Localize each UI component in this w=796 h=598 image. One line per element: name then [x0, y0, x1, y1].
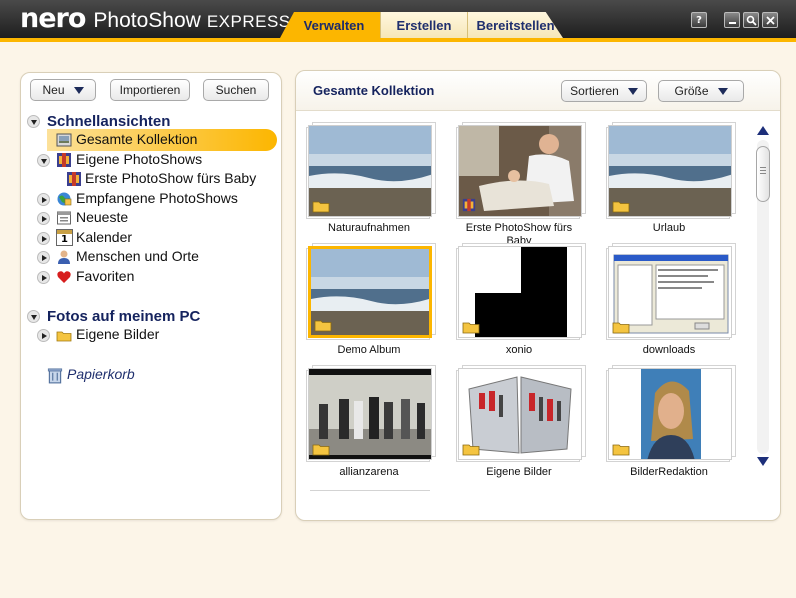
close-button[interactable] — [762, 12, 778, 28]
photoshow-icon — [67, 172, 81, 186]
folder-icon — [312, 201, 330, 213]
help-button[interactable]: ? — [691, 12, 707, 28]
folder-icon — [312, 444, 330, 456]
main-tabs: Verwalten Erstellen Bereitstellen — [280, 12, 563, 38]
album-downloads[interactable] — [606, 243, 736, 340]
dropdown-caret-icon — [627, 87, 638, 95]
search-window-button[interactable] — [743, 12, 759, 28]
logo-edition: EXPRESS — [206, 12, 291, 31]
recent-icon — [57, 211, 71, 225]
heart-icon — [57, 271, 71, 283]
scroll-down-icon[interactable] — [757, 457, 769, 466]
quick-views-heading: Schnellansichten — [47, 113, 171, 130]
caption-allianzarena: allianzarena — [339, 466, 399, 478]
tab-erstellen[interactable]: Erstellen — [380, 12, 467, 38]
magnifier-icon — [746, 15, 757, 26]
tree-item-favoriten[interactable]: Favoriten — [76, 268, 134, 284]
folder-icon — [612, 322, 630, 334]
album-demo[interactable] — [306, 243, 436, 340]
window-controls: ? — [691, 12, 778, 28]
trash-item[interactable]: Papierkorb — [67, 366, 135, 382]
expand-recent-icon[interactable] — [37, 212, 50, 225]
tree-item-neueste[interactable]: Neueste — [76, 209, 128, 225]
tree-item-eigene-bilder[interactable]: Eigene Bilder — [76, 326, 159, 342]
person-icon — [58, 250, 70, 264]
scroll-thumb[interactable] — [756, 146, 770, 202]
tree-item-empfangene-photoshows[interactable]: Empfangene PhotoShows — [76, 190, 238, 206]
scroll-up-icon[interactable] — [757, 126, 769, 135]
tree-item-eigene-photoshows[interactable]: Eigene PhotoShows — [76, 151, 202, 167]
expand-received-icon[interactable] — [37, 193, 50, 206]
folder-icon — [612, 201, 630, 213]
collapse-pc-photos-icon[interactable] — [27, 310, 40, 323]
album-allianzarena[interactable] — [306, 365, 436, 462]
expand-my-pictures-icon[interactable] — [37, 329, 50, 342]
trash-icon — [47, 368, 63, 384]
album-bilderredaktion[interactable] — [606, 365, 736, 462]
dropdown-caret-icon — [717, 87, 728, 95]
tab-underline — [0, 38, 796, 42]
calendar-day: 1 — [61, 234, 68, 245]
dropdown-caret-icon — [73, 86, 84, 94]
album-urlaub[interactable] — [606, 122, 736, 219]
caption-downloads: downloads — [642, 344, 696, 356]
expand-people-icon[interactable] — [37, 251, 50, 264]
caption-xonio: xonio — [505, 344, 533, 356]
search-button[interactable]: Suchen — [203, 79, 269, 101]
tree-item-kalender[interactable]: Kalender — [76, 229, 132, 245]
folder-icon — [612, 444, 630, 456]
album-eigene-bilder[interactable] — [456, 365, 586, 462]
sort-label: Sortieren — [570, 84, 619, 98]
folder-icon — [56, 331, 72, 342]
collapse-quick-views-icon[interactable] — [27, 115, 40, 128]
logo-brand: nero — [20, 3, 86, 34]
caption-urlaub: Urlaub — [652, 222, 686, 234]
collection-scrollbar[interactable] — [755, 124, 771, 470]
collection-icon — [56, 133, 72, 147]
album-xonio[interactable] — [456, 243, 586, 340]
new-button-label: Neu — [42, 83, 65, 97]
sort-dropdown[interactable]: Sortieren — [561, 80, 647, 102]
expand-calendar-icon[interactable] — [37, 232, 50, 245]
folder-icon — [462, 444, 480, 456]
minimize-icon — [728, 21, 736, 24]
size-label: Größe — [674, 84, 709, 98]
photoshow-icon — [57, 153, 71, 167]
caption-naturaufnahmen: Naturaufnahmen — [328, 222, 410, 234]
album-naturaufnahmen[interactable] — [306, 122, 436, 219]
tab-verwalten[interactable]: Verwalten — [280, 12, 380, 38]
pc-photos-heading: Fotos auf meinem PC — [47, 308, 201, 325]
folder-icon — [462, 322, 480, 334]
photoshow-erste-baby[interactable] — [456, 122, 586, 219]
app-logo: nero PhotoShow EXPRESS — [20, 3, 291, 35]
close-icon — [765, 15, 775, 25]
collection-title: Gesamte Kollektion — [313, 83, 435, 98]
minimize-button[interactable] — [724, 12, 740, 28]
next-row-hint — [310, 490, 430, 493]
photoshow-icon — [462, 198, 476, 212]
caption-demo-album: Demo Album — [337, 344, 401, 356]
tree-item-menschen-und-orte[interactable]: Menschen und Orte — [76, 248, 199, 264]
size-dropdown[interactable]: Größe — [658, 80, 744, 102]
baby-photo — [459, 126, 581, 216]
collapse-photoshows-icon[interactable] — [37, 154, 50, 167]
expand-favorites-icon[interactable] — [37, 271, 50, 284]
logo-product: PhotoShow — [93, 9, 201, 32]
globe-icon — [57, 192, 72, 206]
tree-item-erste-photoshow[interactable]: Erste PhotoShow fürs Baby — [85, 170, 256, 186]
caption-bilderredaktion: BilderRedaktion — [630, 466, 708, 478]
calendar-icon: 1 — [56, 229, 73, 246]
folder-icon — [314, 320, 332, 332]
caption-eigene-bilder: Eigene Bilder — [486, 466, 552, 478]
title-bar: nero PhotoShow EXPRESS Verwalten Erstell… — [0, 0, 796, 38]
tab-bereitstellen[interactable]: Bereitstellen — [467, 12, 563, 38]
tree-item-gesamte-kollektion[interactable]: Gesamte Kollektion — [76, 131, 197, 147]
import-button[interactable]: Importieren — [110, 79, 190, 101]
new-button[interactable]: Neu — [30, 79, 96, 101]
